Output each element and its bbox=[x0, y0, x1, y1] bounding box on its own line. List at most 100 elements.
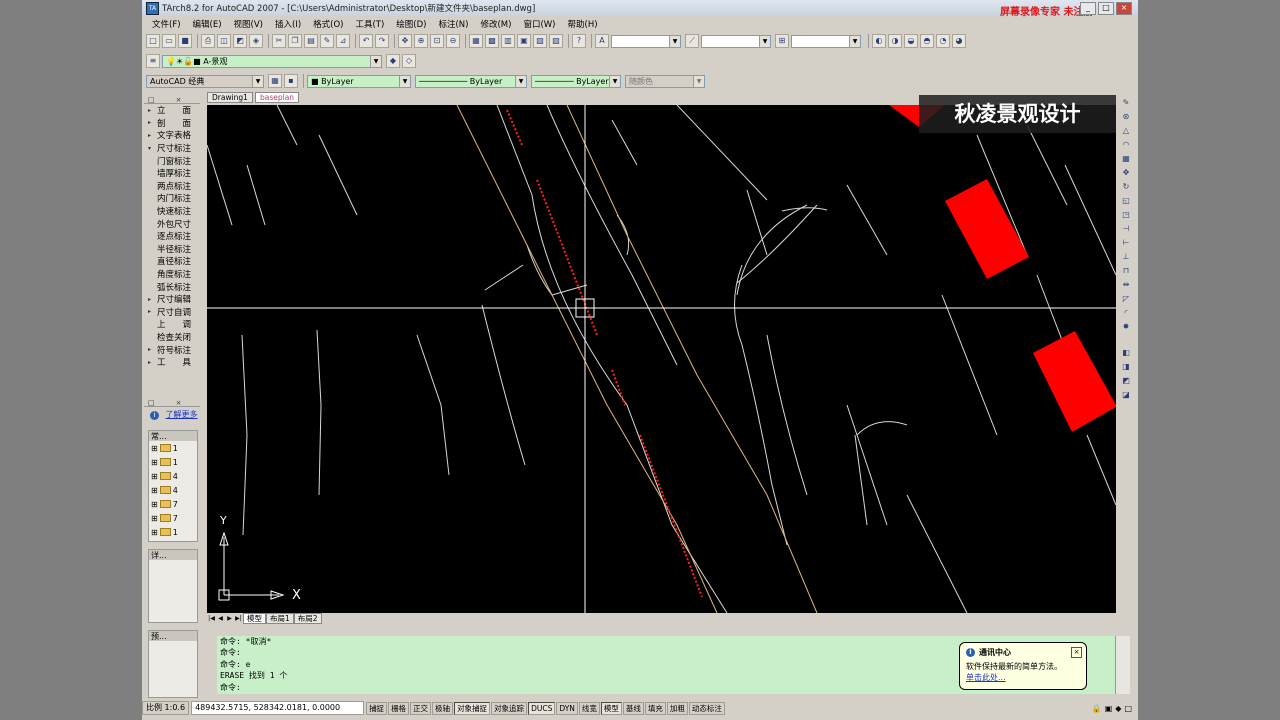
tree-node[interactable]: ⊞ 1 bbox=[149, 441, 197, 455]
pan-icon[interactable]: ✥ bbox=[398, 34, 412, 48]
stretch-icon[interactable]: ◳ bbox=[1120, 209, 1132, 221]
balloon-link[interactable]: 单击此处... bbox=[966, 672, 1080, 683]
minimize-button[interactable]: _ bbox=[1080, 2, 1096, 15]
coordinate-readout[interactable]: 489432.5715, 528342.0181, 0.0000 bbox=[191, 701, 365, 715]
layer-manager-icon[interactable]: ≡ bbox=[146, 54, 160, 68]
tarch-menu-item[interactable]: ▸ 文字表格 bbox=[144, 129, 200, 142]
menu-tools[interactable]: 工具(T) bbox=[349, 18, 390, 30]
scale-icon[interactable]: ◱ bbox=[1120, 195, 1132, 207]
last-tab-icon[interactable]: ▶| bbox=[234, 614, 243, 623]
tab-model[interactable]: 模型 bbox=[243, 613, 266, 624]
offset-icon[interactable]: ◠ bbox=[1120, 139, 1132, 151]
tray-icon-3[interactable]: ◆ bbox=[1115, 704, 1121, 713]
redo-icon[interactable]: ↷ bbox=[375, 34, 389, 48]
balloon-close-icon[interactable]: × bbox=[1071, 647, 1082, 658]
tree-expand-icon[interactable]: ⊞ bbox=[151, 444, 158, 453]
menu-format[interactable]: 格式(O) bbox=[307, 18, 349, 30]
rotate-icon[interactable]: ↻ bbox=[1120, 181, 1132, 193]
close-button[interactable]: × bbox=[1116, 2, 1132, 15]
tree-node[interactable]: ⊞ 7 bbox=[149, 497, 197, 511]
status-toggle-button[interactable]: 填充 bbox=[644, 701, 666, 715]
mirror-icon[interactable]: △ bbox=[1120, 125, 1132, 137]
tarch-menu-item[interactable]: 快速标注 bbox=[144, 205, 200, 218]
status-toggle-button[interactable]: 栅格 bbox=[388, 701, 410, 715]
fillet-icon[interactable]: ◜ bbox=[1120, 307, 1132, 319]
layer-tool-6-icon[interactable]: ◕ bbox=[952, 34, 966, 48]
block-editor-icon[interactable]: ⊿ bbox=[336, 34, 350, 48]
scale-readout[interactable]: 比例 1:0.6 bbox=[142, 701, 190, 715]
sheet-set-icon[interactable]: ▣ bbox=[517, 34, 531, 48]
draworder-1-icon[interactable]: ◧ bbox=[1120, 347, 1132, 359]
status-toggle-button[interactable]: 对象捕捉 bbox=[454, 701, 491, 715]
tarch-menu-item[interactable]: 弧长标注 bbox=[144, 280, 200, 293]
lineweight-combo[interactable]: ──────── ByLayer ▼ bbox=[531, 74, 621, 88]
layer-previous-icon[interactable]: ◇ bbox=[402, 54, 416, 68]
zoom-realtime-icon[interactable]: ⊕ bbox=[414, 34, 428, 48]
trim-icon[interactable]: ⊣ bbox=[1120, 223, 1132, 235]
help-icon[interactable]: ? bbox=[572, 34, 586, 48]
workspace-settings-icon[interactable]: ▦ bbox=[268, 74, 282, 88]
status-toggle-button[interactable]: 极轴 bbox=[432, 701, 454, 715]
tarch-menu-item[interactable]: 逐点标注 bbox=[144, 230, 200, 243]
status-toggle-button[interactable]: 模型 bbox=[600, 701, 622, 715]
break-icon[interactable]: ⊓ bbox=[1120, 265, 1132, 277]
match-properties-icon[interactable]: ✎ bbox=[320, 34, 334, 48]
layer-tool-5-icon[interactable]: ◔ bbox=[936, 34, 950, 48]
chamfer-icon[interactable]: ◸ bbox=[1120, 293, 1132, 305]
menu-view[interactable]: 视图(V) bbox=[228, 18, 269, 30]
properties-icon[interactable]: ▦ bbox=[469, 34, 483, 48]
workspace-save-icon[interactable]: ▪ bbox=[284, 74, 298, 88]
publish-icon[interactable]: ◩ bbox=[233, 34, 247, 48]
make-current-layer-icon[interactable]: ◆ bbox=[386, 54, 400, 68]
menu-edit[interactable]: 编辑(E) bbox=[187, 18, 228, 30]
copy-icon[interactable]: ❐ bbox=[288, 34, 302, 48]
status-toggle-button[interactable]: 对象追踪 bbox=[491, 701, 528, 715]
tarch-menu-item[interactable]: ▸ 立 面 bbox=[144, 104, 200, 117]
explode-icon[interactable]: ✸ bbox=[1120, 321, 1132, 333]
layer-tool-3-icon[interactable]: ◒ bbox=[904, 34, 918, 48]
tab-layout2[interactable]: 布局2 bbox=[293, 613, 322, 624]
tarch-menu-item[interactable]: ▸ 工 具 bbox=[144, 356, 200, 369]
tarch-menu-item[interactable]: 外包尺寸 bbox=[144, 217, 200, 230]
tarch-menu-item[interactable]: ▸ 符号标注 bbox=[144, 343, 200, 356]
status-toggle-button[interactable]: 捕捉 bbox=[366, 701, 388, 715]
clean-screen-icon[interactable]: □ bbox=[1124, 704, 1132, 713]
tree-node[interactable]: ⊞ 1 bbox=[149, 525, 197, 539]
print-icon[interactable]: ⎙ bbox=[201, 34, 215, 48]
design-center-icon[interactable]: ▩ bbox=[485, 34, 499, 48]
tree-expand-icon[interactable]: ⊞ bbox=[151, 472, 158, 481]
print-preview-icon[interactable]: ◫ bbox=[217, 34, 231, 48]
linetype-combo[interactable]: ────────── ByLayer ▼ bbox=[415, 74, 527, 88]
status-toggle-button[interactable]: 动态标注 bbox=[688, 701, 725, 715]
move-icon[interactable]: ✥ bbox=[1120, 167, 1132, 179]
calculator-icon[interactable]: ▨ bbox=[549, 34, 563, 48]
text-style-combo[interactable]: ▼ bbox=[611, 34, 681, 48]
tree-expand-icon[interactable]: ⊞ bbox=[151, 500, 158, 509]
tree-expand-icon[interactable]: ⊞ bbox=[151, 486, 158, 495]
table-style-icon[interactable]: ⊞ bbox=[775, 34, 789, 48]
doc-tab-drawing1[interactable]: Drawing1 bbox=[207, 92, 253, 103]
tree-expand-icon[interactable]: ⊞ bbox=[151, 458, 158, 467]
menu-draw[interactable]: 绘图(D) bbox=[390, 18, 432, 30]
tarch-menu-item[interactable]: 直径标注 bbox=[144, 255, 200, 268]
open-file-icon[interactable]: ▭ bbox=[162, 34, 176, 48]
first-tab-icon[interactable]: |◀ bbox=[207, 614, 216, 623]
menu-file[interactable]: 文件(F) bbox=[146, 18, 187, 30]
tab-layout1[interactable]: 布局1 bbox=[266, 613, 294, 624]
erase-icon[interactable]: ✎ bbox=[1120, 97, 1132, 109]
tray-icon-1[interactable]: 🔒 bbox=[1092, 704, 1102, 713]
draworder-2-icon[interactable]: ◨ bbox=[1120, 361, 1132, 373]
tarch-menu-item[interactable]: 两点标注 bbox=[144, 180, 200, 193]
tree-expand-icon[interactable]: ⊞ bbox=[151, 514, 158, 523]
tarch-menu-item[interactable]: 角度标注 bbox=[144, 268, 200, 281]
layer-combo[interactable]: 💡☀🔓■ A-景观 ▼ bbox=[162, 54, 382, 68]
menu-dimension[interactable]: 标注(N) bbox=[432, 18, 474, 30]
tarch-menu-item[interactable]: ▸ 尺寸自调 bbox=[144, 306, 200, 319]
layer-tool-1-icon[interactable]: ◐ bbox=[872, 34, 886, 48]
array-icon[interactable]: ▦ bbox=[1120, 153, 1132, 165]
zoom-previous-icon[interactable]: ⊖ bbox=[446, 34, 460, 48]
prev-tab-icon[interactable]: ◀ bbox=[216, 614, 225, 623]
status-toggle-button[interactable]: 正交 bbox=[410, 701, 432, 715]
table-style-combo[interactable]: ▼ bbox=[791, 34, 861, 48]
tarch-menu-item[interactable]: 门窗标注 bbox=[144, 154, 200, 167]
